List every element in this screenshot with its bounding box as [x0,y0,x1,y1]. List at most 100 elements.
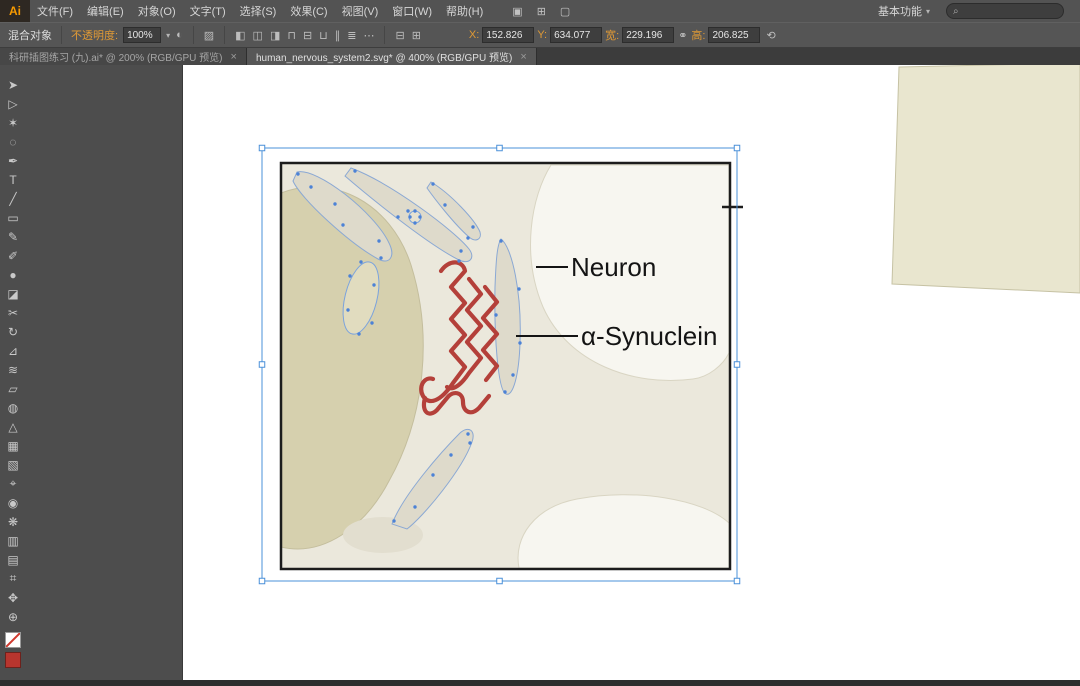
canvas-area[interactable]: Neuron α-Synuclein [183,65,1080,680]
selection-handle[interactable] [496,144,503,152]
selection-handle[interactable] [258,144,266,152]
selection-handle[interactable] [258,577,266,585]
width-tool[interactable]: ≋ [0,360,26,379]
selection-handle[interactable] [496,577,503,585]
selection-handle[interactable] [733,577,741,585]
screen-mode-icon[interactable]: ▢ [560,5,570,18]
height-label: 高: [691,30,706,42]
bridge-icon[interactable]: ▣ [512,5,522,18]
opacity-input[interactable] [123,27,162,43]
align-center-vertical-icon[interactable]: ⊟ [302,29,313,42]
fill-color-swatch[interactable] [5,632,21,648]
x-input[interactable] [482,27,535,43]
perspective-grid-tool[interactable]: △ [0,417,26,436]
separator [192,26,194,44]
mesh-tool[interactable]: ▦ [0,436,26,455]
synuclein-label[interactable]: α-Synuclein [581,321,717,351]
y-input[interactable] [550,27,603,43]
selection-handle[interactable] [733,144,741,152]
selection-handle[interactable] [258,361,266,368]
app-logo-icon[interactable]: Ai [0,0,30,22]
opacity-label[interactable]: 不透明度: [71,27,118,43]
constrain-proportions-icon[interactable]: ⚭ [677,29,688,42]
document-tab-title: 科研插图练习 (九).ai* @ 200% (RGB/GPU 预览) [9,53,223,64]
y-label: Y: [537,29,548,41]
direct-selection-tool[interactable]: ▷ [0,94,26,113]
transform-rotate-icon[interactable]: ⟲ [765,29,776,42]
close-icon[interactable]: × [231,51,237,63]
align-left-icon[interactable]: ◧ [234,29,246,42]
pen-tool[interactable]: ✒ [0,151,26,170]
menu-item-help[interactable]: 帮助(H) [439,0,490,22]
opacity-mask-icon[interactable]: ◐ [175,29,184,41]
slice-tool[interactable]: ⌗ [0,569,26,588]
close-icon[interactable]: × [520,51,526,63]
align-right-icon[interactable]: ◨ [269,29,281,42]
align-bottom-icon[interactable]: ⊔ [318,29,329,42]
distribute-spacing-icon[interactable]: ⊟ [394,29,405,42]
line-segment-tool[interactable]: ╱ [0,189,26,208]
arrange-documents-icon[interactable]: ⊞ [537,5,546,18]
menu-item-view[interactable]: 视图(V) [335,0,386,22]
hand-tool[interactable]: ✥ [0,588,26,607]
column-graph-tool[interactable]: ▥ [0,531,26,550]
shape-builder-tool[interactable]: ◍ [0,398,26,417]
stroke-color-swatch[interactable] [5,652,21,668]
chevron-down-icon[interactable]: ▾ [166,31,170,40]
eyedropper-tool[interactable]: ⌖ [0,474,26,493]
align-options-icon[interactable]: ⋯ [362,29,375,42]
align-center-horizontal-icon[interactable]: ◫ [252,29,264,42]
height-input[interactable] [708,27,761,43]
magic-wand-tool[interactable]: ✶ [0,113,26,132]
rectangle-tool[interactable]: ▭ [0,208,26,227]
selection-handle[interactable] [733,361,741,368]
menu-item-file[interactable]: 文件(F) [30,0,80,22]
symbol-sprayer-tool[interactable]: ❋ [0,512,26,531]
distribute-vertical-icon[interactable]: ≣ [346,29,357,42]
menu-bar: Ai 文件(F) 编辑(E) 对象(O) 文字(T) 选择(S) 效果(C) 视… [0,0,1080,22]
workspace-switcher[interactable]: 基本功能 ▾ [878,3,930,19]
search-input[interactable] [962,5,1051,17]
selection-tool[interactable]: ➤ [0,75,26,94]
scale-tool[interactable]: ⊿ [0,341,26,360]
menu-item-select[interactable]: 选择(S) [233,0,284,22]
eraser-tool[interactable]: ◪ [0,284,26,303]
blob-brush-tool[interactable]: ● [0,265,26,284]
pencil-tool[interactable]: ✐ [0,246,26,265]
neuron-label[interactable]: Neuron [571,252,656,282]
document-canvas[interactable]: Neuron α-Synuclein [183,65,1080,680]
align-top-icon[interactable]: ⊓ [286,29,297,42]
menu-item-object[interactable]: 对象(O) [131,0,183,22]
scissors-tool[interactable]: ✂ [0,303,26,322]
width-input[interactable] [622,27,675,43]
graphic-style-icon[interactable]: ▨ [203,29,215,42]
search-icon: ⌕ [953,5,959,17]
x-label: X: [468,29,480,41]
distribute-horizontal-icon[interactable]: ∥ [334,29,342,42]
free-transform-tool[interactable]: ▱ [0,379,26,398]
document-tab-1[interactable]: 科研插图练习 (九).ai* @ 200% (RGB/GPU 预览) × [0,48,247,65]
align-to-selection-icon[interactable]: ⊞ [411,29,422,42]
document-tab-2[interactable]: human_nervous_system2.svg* @ 400% (RGB/G… [246,48,537,65]
workspace-area: ➤ ▷ ✶ ◌ ✒ T ╱ ▭ ✎ ✐ ● ◪ ✂ ↻ ⊿ ≋ ▱ ◍ △ ▦ … [0,65,1080,680]
artboard-tool[interactable]: ▤ [0,550,26,569]
illustrator-window: Ai 文件(F) 编辑(E) 对象(O) 文字(T) 选择(S) 效果(C) 视… [0,0,1080,686]
paintbrush-tool[interactable]: ✎ [0,227,26,246]
zoom-tool[interactable]: ⊕ [0,607,26,626]
blend-tool[interactable]: ◉ [0,493,26,512]
background-artboard-fragment[interactable] [891,65,1080,294]
menu-item-window[interactable]: 窗口(W) [385,0,439,22]
rotate-tool[interactable]: ↻ [0,322,26,341]
menu-item-type[interactable]: 文字(T) [183,0,233,22]
lasso-tool[interactable]: ◌ [0,132,26,151]
document-tab-title: human_nervous_system2.svg* @ 400% (RGB/G… [255,53,513,64]
neuron-illustration[interactable]: Neuron α-Synuclein [279,161,743,571]
menu-item-edit[interactable]: 编辑(E) [80,0,131,22]
type-tool[interactable]: T [0,170,26,189]
search-box[interactable]: ⌕ [946,3,1064,19]
menu-item-effect[interactable]: 效果(C) [283,0,334,22]
document-tab-bar: 科研插图练习 (九).ai* @ 200% (RGB/GPU 预览) × hum… [0,48,1080,65]
width-label: 宽: [605,30,620,42]
app-bar-icons: ▣ ⊞ ▢ [512,5,570,18]
gradient-tool[interactable]: ▧ [0,455,26,474]
